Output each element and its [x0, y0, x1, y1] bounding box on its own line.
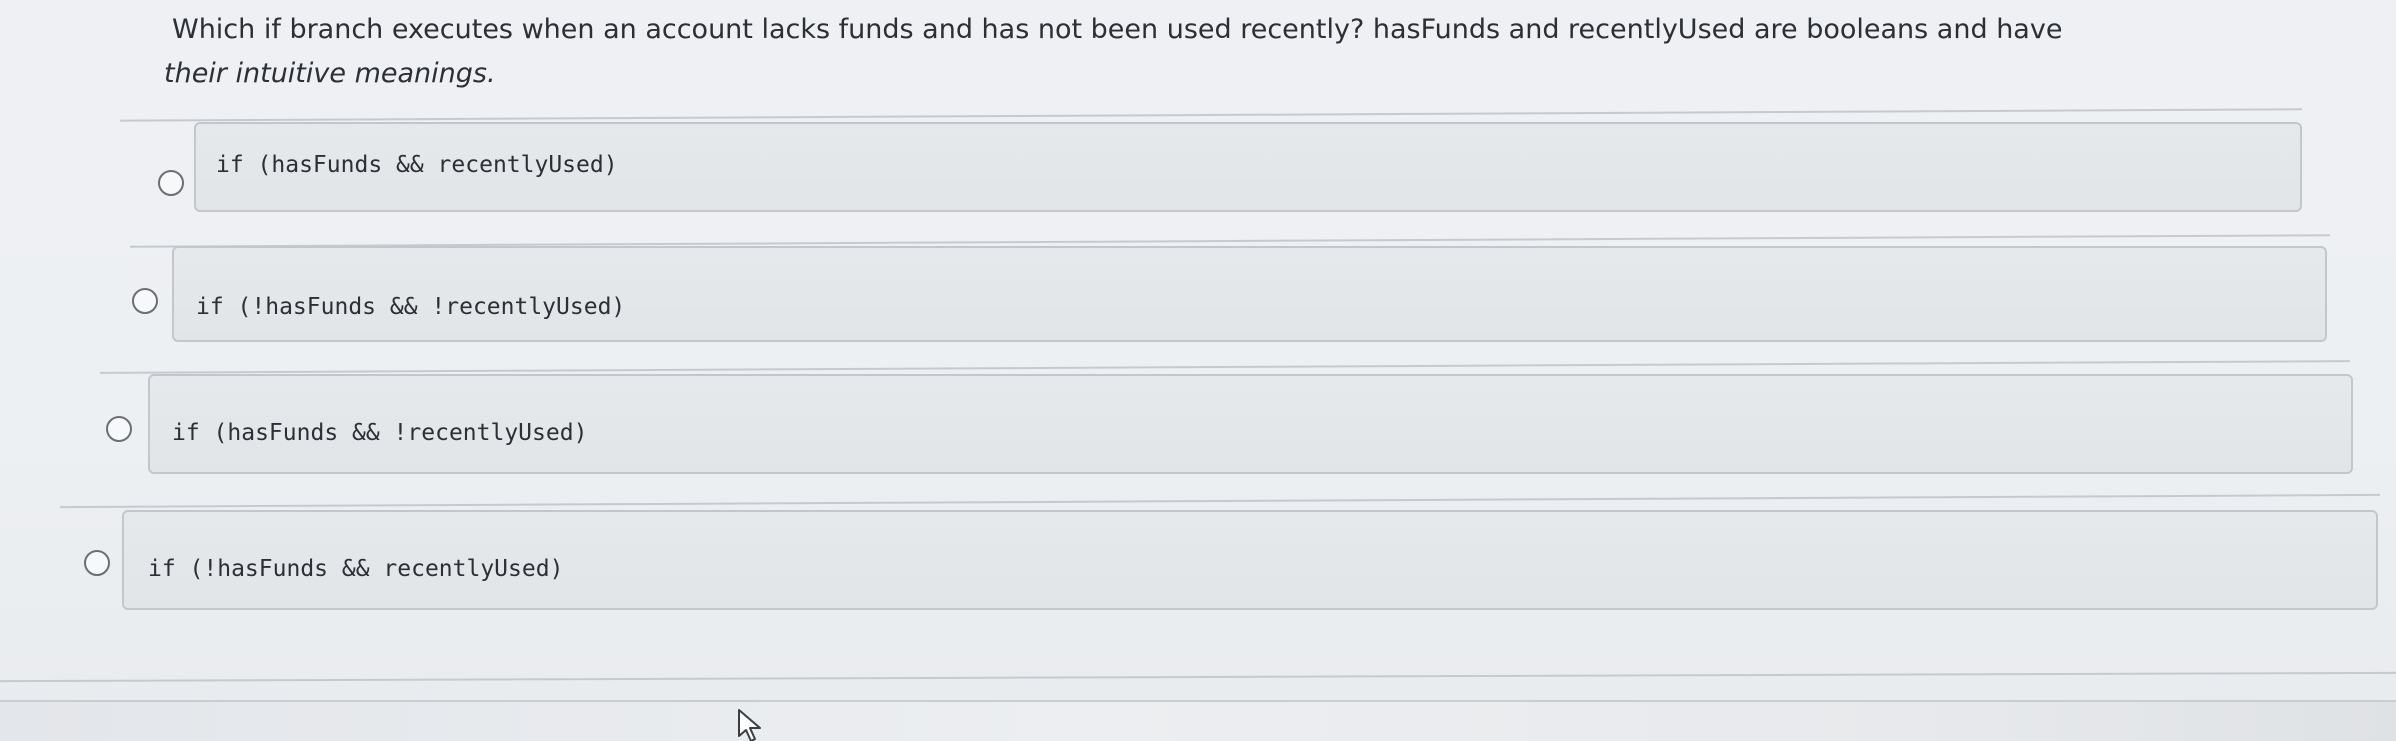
question-line-1: Which if branch executes when an account…: [172, 14, 2063, 45]
mouse-pointer-icon: [738, 709, 761, 741]
option-1-code: if (hasFunds && recentlyUsed): [216, 152, 618, 178]
radio-button-option-4[interactable]: [84, 550, 110, 576]
question-line-2: their intuitive meanings.: [164, 58, 496, 89]
radio-button-option-3[interactable]: [106, 416, 132, 442]
choice-box-option-2[interactable]: if (!hasFunds && !recentlyUsed): [172, 246, 2327, 342]
divider-top: [120, 108, 2302, 122]
choice-box-option-1[interactable]: if (hasFunds && recentlyUsed): [194, 122, 2302, 212]
screen: Which if branch executes when an account…: [0, 0, 2396, 741]
radio-button-option-1[interactable]: [158, 170, 184, 196]
radio-button-option-2[interactable]: [132, 288, 158, 314]
option-2-code: if (!hasFunds && !recentlyUsed): [196, 294, 626, 320]
option-3-code: if (hasFunds && !recentlyUsed): [172, 420, 588, 446]
choice-box-option-4[interactable]: if (!hasFunds && recentlyUsed): [122, 510, 2378, 610]
answer-option-3[interactable]: if (hasFunds && !recentlyUsed): [106, 372, 2356, 474]
option-4-code: if (!hasFunds && recentlyUsed): [148, 556, 564, 582]
choice-box-option-3[interactable]: if (hasFunds && !recentlyUsed): [148, 374, 2353, 474]
question-text: Which if branch executes when an account…: [164, 8, 2372, 96]
divider-bottom: [0, 671, 2396, 683]
answer-option-1[interactable]: if (hasFunds && recentlyUsed): [158, 122, 2308, 214]
answer-option-4[interactable]: if (!hasFunds && recentlyUsed): [84, 506, 2384, 610]
answer-option-2[interactable]: if (!hasFunds && !recentlyUsed): [132, 246, 2332, 342]
question-panel: Which if branch executes when an account…: [0, 0, 2396, 702]
